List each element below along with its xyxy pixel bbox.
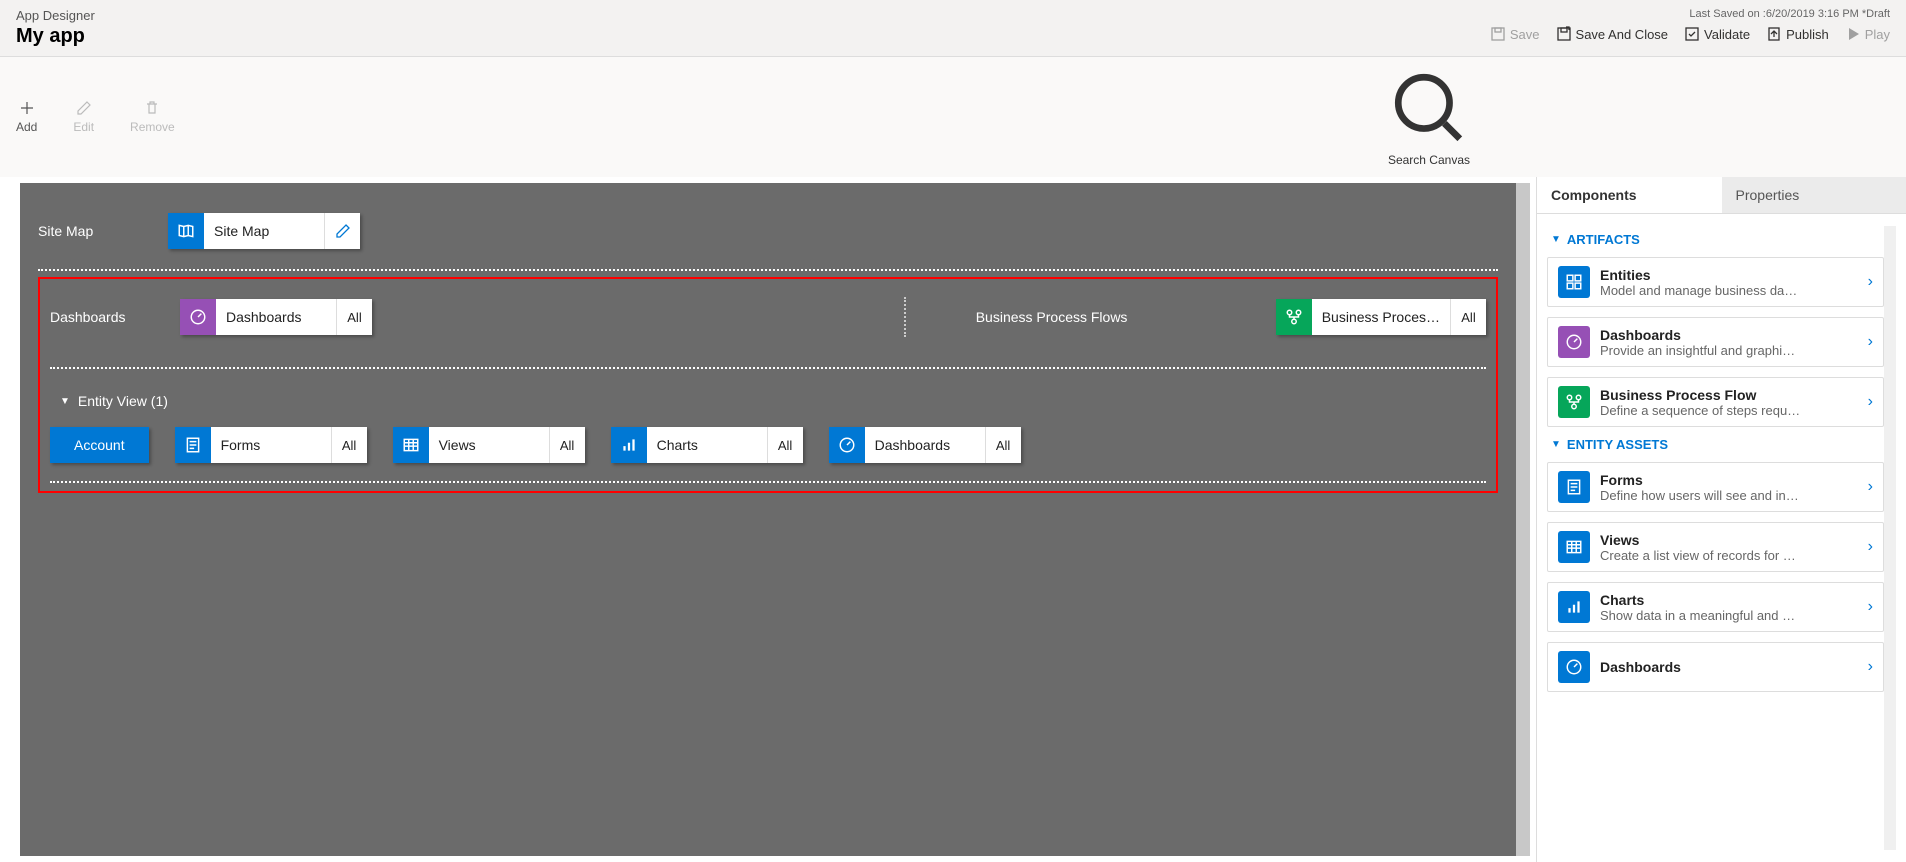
site-map-label: Site Map [38,223,168,239]
save-icon [1490,26,1506,42]
flow-icon [1558,386,1590,418]
forms-tile[interactable]: Forms All [175,427,367,463]
chevron-right-icon: › [1868,393,1873,411]
map-icon [168,213,204,249]
tab-properties[interactable]: Properties [1722,177,1906,214]
asset-views[interactable]: Views Create a list view of records for … [1547,522,1884,572]
gauge-icon [1558,651,1590,683]
chevron-right-icon: › [1868,333,1873,351]
bpf-all-button[interactable]: All [1450,299,1486,335]
play-icon [1845,26,1861,42]
caret-down-icon: ▼ [60,396,70,407]
trash-icon [144,100,160,116]
search-canvas-button[interactable]: Search Canvas [1388,67,1470,167]
chevron-right-icon: › [1868,478,1873,496]
app-name: My app [16,25,95,48]
gauge-icon [180,299,216,335]
bpf-label: Business Process Flows [976,309,1176,325]
artifact-bpf[interactable]: Business Process Flow Define a sequence … [1547,377,1884,427]
entity-dashboards-all-button[interactable]: All [985,427,1021,463]
entity-dashboards-tile[interactable]: Dashboards All [829,427,1021,463]
highlighted-area: Dashboards Dashboards All Business Proce [38,277,1498,493]
toolbar: Add Edit Remove Search Canvas [0,57,1906,177]
gauge-icon [829,427,865,463]
grid-icon [393,427,429,463]
validate-button[interactable]: Validate [1684,26,1750,42]
grid-icon [1558,531,1590,563]
play-button: Play [1845,26,1890,42]
account-entity-button[interactable]: Account [50,427,149,463]
design-canvas[interactable]: Site Map Site Map Dashboards [20,183,1516,856]
flow-icon [1276,299,1312,335]
validate-icon [1684,26,1700,42]
pencil-icon [76,100,92,116]
remove-button: Remove [130,100,175,134]
site-map-tile[interactable]: Site Map [168,213,360,249]
canvas-scrollbar[interactable] [1516,183,1530,856]
entity-assets-section-toggle[interactable]: ▼ ENTITY ASSETS [1551,437,1884,452]
tab-components[interactable]: Components [1537,177,1722,214]
asset-charts[interactable]: Charts Show data in a meaningful and … › [1547,582,1884,632]
chevron-right-icon: › [1868,538,1873,556]
dashboards-label: Dashboards [50,309,180,325]
save-button: Save [1490,26,1540,42]
artifact-entities[interactable]: Entities Model and manage business da… › [1547,257,1884,307]
chevron-right-icon: › [1868,598,1873,616]
form-icon [1558,471,1590,503]
save-and-close-button[interactable]: Save And Close [1556,26,1669,42]
forms-all-button[interactable]: All [331,427,367,463]
side-panel: Components Properties ▼ ARTIFACTS Entiti… [1536,177,1906,862]
edit-site-map-button[interactable] [324,213,360,249]
save-close-icon [1556,26,1572,42]
app-designer-label: App Designer [16,8,95,23]
panel-scrollbar[interactable] [1884,226,1896,850]
asset-dashboards[interactable]: Dashboards › [1547,642,1884,692]
publish-button[interactable]: Publish [1766,26,1829,42]
charts-all-button[interactable]: All [767,427,803,463]
entity-view-toggle[interactable]: ▼ Entity View (1) [60,393,1486,409]
artifacts-section-toggle[interactable]: ▼ ARTIFACTS [1551,232,1884,247]
divider-dots [904,297,906,337]
last-saved-text: Last Saved on :6/20/2019 3:16 PM *Draft [1490,8,1890,20]
add-button[interactable]: Add [16,100,37,134]
bar-chart-icon [611,427,647,463]
chevron-right-icon: › [1868,658,1873,676]
caret-down-icon: ▼ [1551,234,1561,245]
chevron-right-icon: › [1868,273,1873,291]
entities-icon [1558,266,1590,298]
plus-icon [19,100,35,116]
dashboards-tile[interactable]: Dashboards All [180,299,372,335]
dashboards-all-button[interactable]: All [336,299,372,335]
views-tile[interactable]: Views All [393,427,585,463]
search-icon [1388,67,1470,149]
publish-icon [1766,26,1782,42]
views-all-button[interactable]: All [549,427,585,463]
bar-chart-icon [1558,591,1590,623]
header-bar: App Designer My app Last Saved on :6/20/… [0,0,1906,57]
charts-tile[interactable]: Charts All [611,427,803,463]
caret-down-icon: ▼ [1551,439,1561,450]
asset-forms[interactable]: Forms Define how users will see and in… … [1547,462,1884,512]
edit-button: Edit [73,100,94,134]
gauge-icon [1558,326,1590,358]
artifact-dashboards[interactable]: Dashboards Provide an insightful and gra… [1547,317,1884,367]
form-icon [175,427,211,463]
bpf-tile[interactable]: Business Proces… All [1276,299,1486,335]
